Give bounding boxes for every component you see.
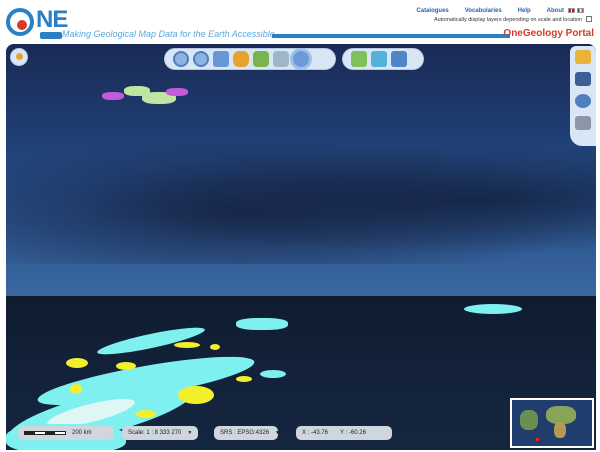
portal-title: OneGeology Portal <box>503 28 594 39</box>
geology-polygon <box>70 384 82 394</box>
print-icon[interactable] <box>575 116 591 130</box>
scale-distance: 200 km <box>72 430 92 436</box>
chevron-down-icon: ▼ <box>187 430 193 436</box>
coordinates-display: X : -43.76 Y : -60.26 <box>296 426 392 440</box>
seafloor-ridge <box>6 134 596 264</box>
scale-select[interactable]: Scale: 1 : 8 333 270 ▼ <box>122 426 198 440</box>
geology-polygon <box>236 318 288 330</box>
srs-select[interactable]: SRS : EPSG:4326 ▼ <box>214 426 280 440</box>
navigation-toolbar <box>164 48 336 70</box>
compass-icon <box>16 53 23 60</box>
layer-manager-icon[interactable] <box>391 51 407 67</box>
srs-label: SRS : EPSG:4326 <box>220 430 270 436</box>
geology-polygon <box>102 92 124 100</box>
layer-toolbar <box>342 48 424 70</box>
map-view[interactable]: 200 km Scale: 1 : 8 333 270 ▼ SRS : EPSG… <box>6 44 596 450</box>
scale-bar-graphic <box>24 431 66 435</box>
tagline: Making Geological Map Data for the Earth… <box>62 29 275 39</box>
pan-icon[interactable] <box>233 51 249 67</box>
info-icon[interactable] <box>293 51 309 67</box>
geology-polygon <box>260 370 286 378</box>
logo-sub-bar <box>40 32 62 39</box>
tagline-bar <box>272 34 510 38</box>
nav-help[interactable]: Help <box>518 8 531 14</box>
geology-polygon <box>166 88 188 96</box>
geology-polygon <box>116 362 136 370</box>
language-flags <box>568 8 584 13</box>
chevron-down-icon: ▼ <box>275 430 280 436</box>
english-flag-icon[interactable] <box>568 8 575 13</box>
undo-icon[interactable] <box>253 51 269 67</box>
right-toolbar <box>570 46 596 146</box>
nav-catalogues[interactable]: Catalogues <box>416 8 448 14</box>
nav-vocabularies[interactable]: Vocabularies <box>465 8 502 14</box>
overview-map[interactable] <box>510 398 594 448</box>
top-nav: Catalogues Vocabularies Help About <box>416 8 564 14</box>
geology-polygon <box>174 342 200 348</box>
x-coordinate: X : -43.76 <box>302 430 329 436</box>
geology-polygon <box>464 304 522 314</box>
redo-icon[interactable] <box>273 51 289 67</box>
folder-icon[interactable] <box>575 50 591 64</box>
scale-bar: 200 km <box>18 426 114 440</box>
add-layer-icon[interactable] <box>351 51 367 67</box>
geology-polygon <box>210 344 220 350</box>
nav-about[interactable]: About <box>547 8 564 14</box>
zoom-extent-icon[interactable] <box>213 51 229 67</box>
scale-label: Scale: 1 : 8 333 270 <box>128 430 182 436</box>
geology-polygon <box>66 358 88 368</box>
geology-polygon <box>236 376 252 382</box>
header: NE Making Geological Map Data for the Ea… <box>0 0 600 44</box>
geology-polygon <box>178 386 214 404</box>
zoom-out-icon[interactable] <box>193 51 209 67</box>
y-coordinate: Y : -60.26 <box>340 430 366 436</box>
onegeology-logo[interactable]: NE <box>6 6 68 40</box>
add-wms-icon[interactable] <box>371 51 387 67</box>
compass-button[interactable] <box>10 48 28 66</box>
geology-polygon <box>136 410 156 418</box>
globe-icon[interactable] <box>575 94 591 108</box>
save-icon[interactable] <box>575 72 591 86</box>
zoom-in-icon[interactable] <box>173 51 189 67</box>
french-flag-icon[interactable] <box>577 8 584 13</box>
logo-globe-icon <box>6 8 34 36</box>
overview-location-marker <box>536 438 539 441</box>
auto-layers-label: Automatically display layers depending o… <box>434 17 582 23</box>
auto-layers-checkbox[interactable] <box>586 16 592 22</box>
